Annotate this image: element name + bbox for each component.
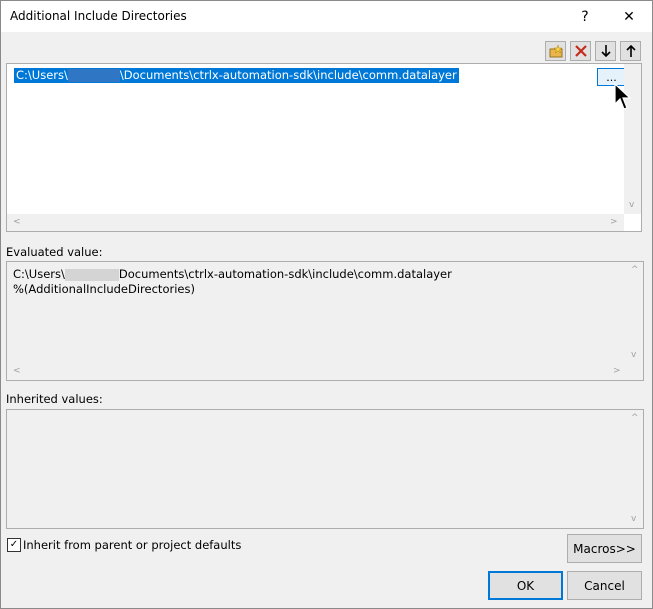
delete-x-icon <box>574 45 587 57</box>
move-up-button[interactable] <box>620 41 641 61</box>
evaluated-path-prefix: C:\Users\ <box>13 267 65 281</box>
directory-entry-row[interactable]: C:\Users\ \Documents\ctrlx-automation-sdk… <box>11 67 594 84</box>
arrow-down-icon <box>600 45 611 57</box>
evaluated-line-2: %(AdditionalIncludeDirectories) <box>13 282 195 296</box>
scroll-right-arrow[interactable]: > <box>610 217 618 227</box>
scroll-down-arrow[interactable]: v <box>629 200 634 210</box>
list-horizontal-scrollbar[interactable]: < > <box>7 214 624 231</box>
ok-button[interactable]: OK <box>488 571 563 600</box>
evaluated-value-label: Evaluated value: <box>6 245 103 259</box>
new-line-button[interactable] <box>545 41 566 61</box>
directory-entry-text[interactable]: C:\Users\ \Documents\ctrlx-automation-sdk… <box>14 68 459 83</box>
redacted-username <box>64 268 119 281</box>
arrow-up-icon <box>625 45 636 57</box>
evaluated-path-suffix: Documents\ctrlx-automation-sdk\include\c… <box>118 267 452 281</box>
cancel-button[interactable]: Cancel <box>567 571 642 600</box>
scroll-up-arrow[interactable]: ^ <box>631 265 639 275</box>
path-prefix: C:\Users\ <box>16 68 68 82</box>
inherited-values-box: ^ v <box>6 409 644 529</box>
scroll-up-arrow[interactable]: ^ <box>631 413 639 423</box>
delete-line-button[interactable] <box>570 41 591 61</box>
scroll-right-arrow[interactable]: > <box>613 366 621 376</box>
evaluated-horizontal-scrollbar[interactable]: < > <box>7 363 626 380</box>
dialog-window: Additional Include Directories ? ✕ C:\Us… <box>0 0 653 609</box>
folder-new-icon <box>549 44 563 57</box>
dialog-title: Additional Include Directories <box>10 9 187 23</box>
scroll-left-arrow[interactable]: < <box>13 366 21 376</box>
inherited-values-label: Inherited values: <box>6 392 103 406</box>
inherit-checkbox[interactable]: ✓ <box>7 538 21 552</box>
macros-button[interactable]: Macros>> <box>567 534 642 563</box>
evaluated-vertical-scrollbar[interactable]: ^ v <box>626 262 643 363</box>
directory-list[interactable]: C:\Users\ \Documents\ctrlx-automation-sdk… <box>6 63 642 232</box>
scroll-down-arrow[interactable]: v <box>631 514 636 524</box>
path-suffix: \Documents\ctrlx-automation-sdk\include\… <box>119 68 457 82</box>
help-button[interactable]: ? <box>563 1 607 32</box>
redacted-username <box>67 69 120 82</box>
close-button[interactable]: ✕ <box>607 1 651 32</box>
evaluated-value-box: C:\Users\ Documents\ctrlx-automation-sdk\… <box>6 261 644 381</box>
scroll-down-arrow[interactable]: v <box>631 350 636 360</box>
inherited-vertical-scrollbar[interactable]: ^ v <box>626 410 643 528</box>
scroll-left-arrow[interactable]: < <box>13 217 21 227</box>
evaluated-line-1: C:\Users\ Documents\ctrlx-automation-sdk\… <box>13 267 452 281</box>
move-down-button[interactable] <box>595 41 616 61</box>
mouse-cursor-icon <box>614 83 632 110</box>
inherit-checkbox-label[interactable]: Inherit from parent or project defaults <box>23 538 241 552</box>
title-bar: Additional Include Directories ? ✕ <box>1 1 652 32</box>
